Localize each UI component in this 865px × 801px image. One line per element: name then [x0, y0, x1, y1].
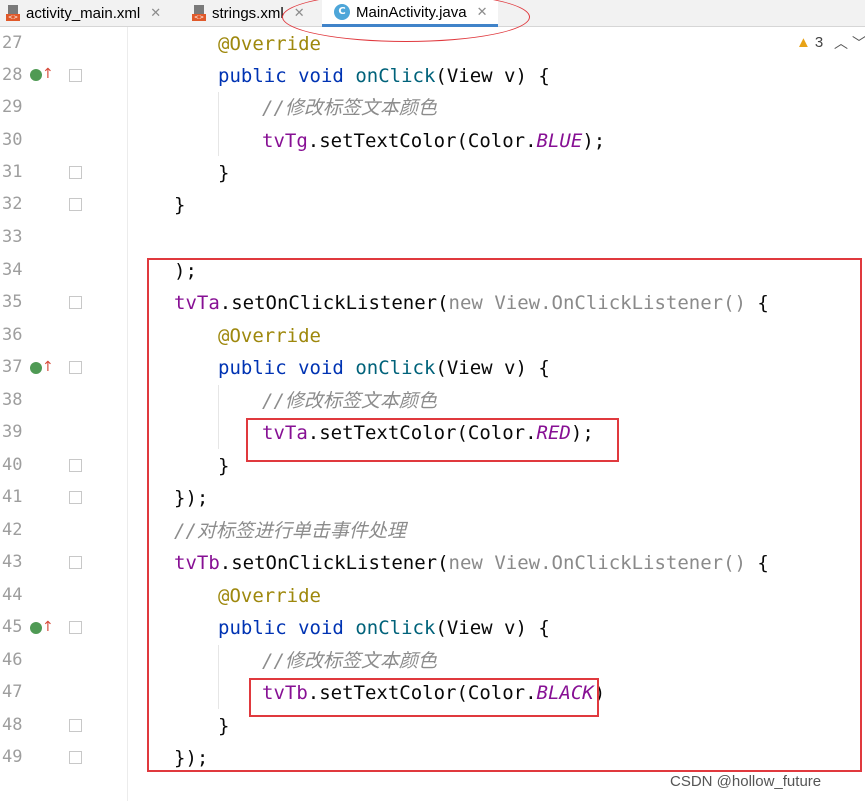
- code-line-41[interactable]: });: [0, 482, 865, 514]
- tab-main-activity-java[interactable]: C MainActivity.java ✕: [322, 0, 498, 27]
- code-line-47[interactable]: tvTb.setTextColor(Color.BLACK): [0, 677, 865, 709]
- code-line-38[interactable]: //修改标签文本颜色: [0, 385, 865, 417]
- tab-label: strings.xml: [212, 4, 284, 22]
- code-line-35[interactable]: tvTa.setOnClickListener(new View.OnClick…: [0, 287, 865, 319]
- code-line-45[interactable]: public void onClick(View v) {: [0, 612, 865, 644]
- code-line-49[interactable]: });: [0, 742, 865, 774]
- code-line-44[interactable]: @Override: [0, 580, 865, 612]
- code-line-33[interactable]: [0, 222, 865, 254]
- tab-label: MainActivity.java: [356, 3, 467, 21]
- code-line-29[interactable]: //修改标签文本颜色: [0, 92, 865, 124]
- code-line-43[interactable]: tvTb.setOnClickListener(new View.OnClick…: [0, 547, 865, 579]
- code-line-28[interactable]: public void onClick(View v) {: [0, 60, 865, 92]
- code-line-36[interactable]: @Override: [0, 320, 865, 352]
- code-line-46[interactable]: //修改标签文本颜色: [0, 645, 865, 677]
- code-line-39[interactable]: tvTa.setTextColor(Color.RED);: [0, 417, 865, 449]
- code-line-34[interactable]: );: [0, 255, 865, 287]
- code-line-31[interactable]: }: [0, 157, 865, 189]
- warning-icon: ▲: [796, 34, 811, 51]
- code-line-30[interactable]: tvTg.setTextColor(Color.BLUE);: [0, 125, 865, 157]
- code-line-32[interactable]: }: [0, 189, 865, 221]
- tab-strings-xml[interactable]: <> strings.xml ✕: [192, 0, 305, 26]
- close-icon[interactable]: ✕: [294, 5, 305, 21]
- close-icon[interactable]: ✕: [150, 5, 161, 21]
- previous-highlight-icon[interactable]: ︿: [834, 33, 848, 53]
- java-class-icon: C: [334, 4, 350, 20]
- watermark: CSDN @hollow_future: [670, 773, 822, 790]
- xml-file-icon: <>: [192, 5, 206, 21]
- tab-activity-main-xml[interactable]: <> activity_main.xml ✕: [6, 0, 161, 26]
- next-highlight-icon[interactable]: ﹀: [852, 33, 865, 53]
- close-icon[interactable]: ✕: [477, 4, 488, 20]
- inspection-widget[interactable]: ▲ 3: [796, 34, 823, 51]
- code-line-48[interactable]: }: [0, 710, 865, 742]
- code-line-42[interactable]: //对标签进行单击事件处理: [0, 515, 865, 547]
- warning-count: 3: [814, 34, 824, 51]
- code-line-40[interactable]: }: [0, 450, 865, 482]
- code-line-37[interactable]: public void onClick(View v) {: [0, 352, 865, 384]
- code-line-27[interactable]: @Override: [0, 28, 865, 60]
- tab-label: activity_main.xml: [26, 4, 141, 22]
- xml-file-icon: <>: [6, 5, 20, 21]
- editor-tab-bar: <> activity_main.xml ✕ <> strings.xml ✕ …: [0, 0, 865, 27]
